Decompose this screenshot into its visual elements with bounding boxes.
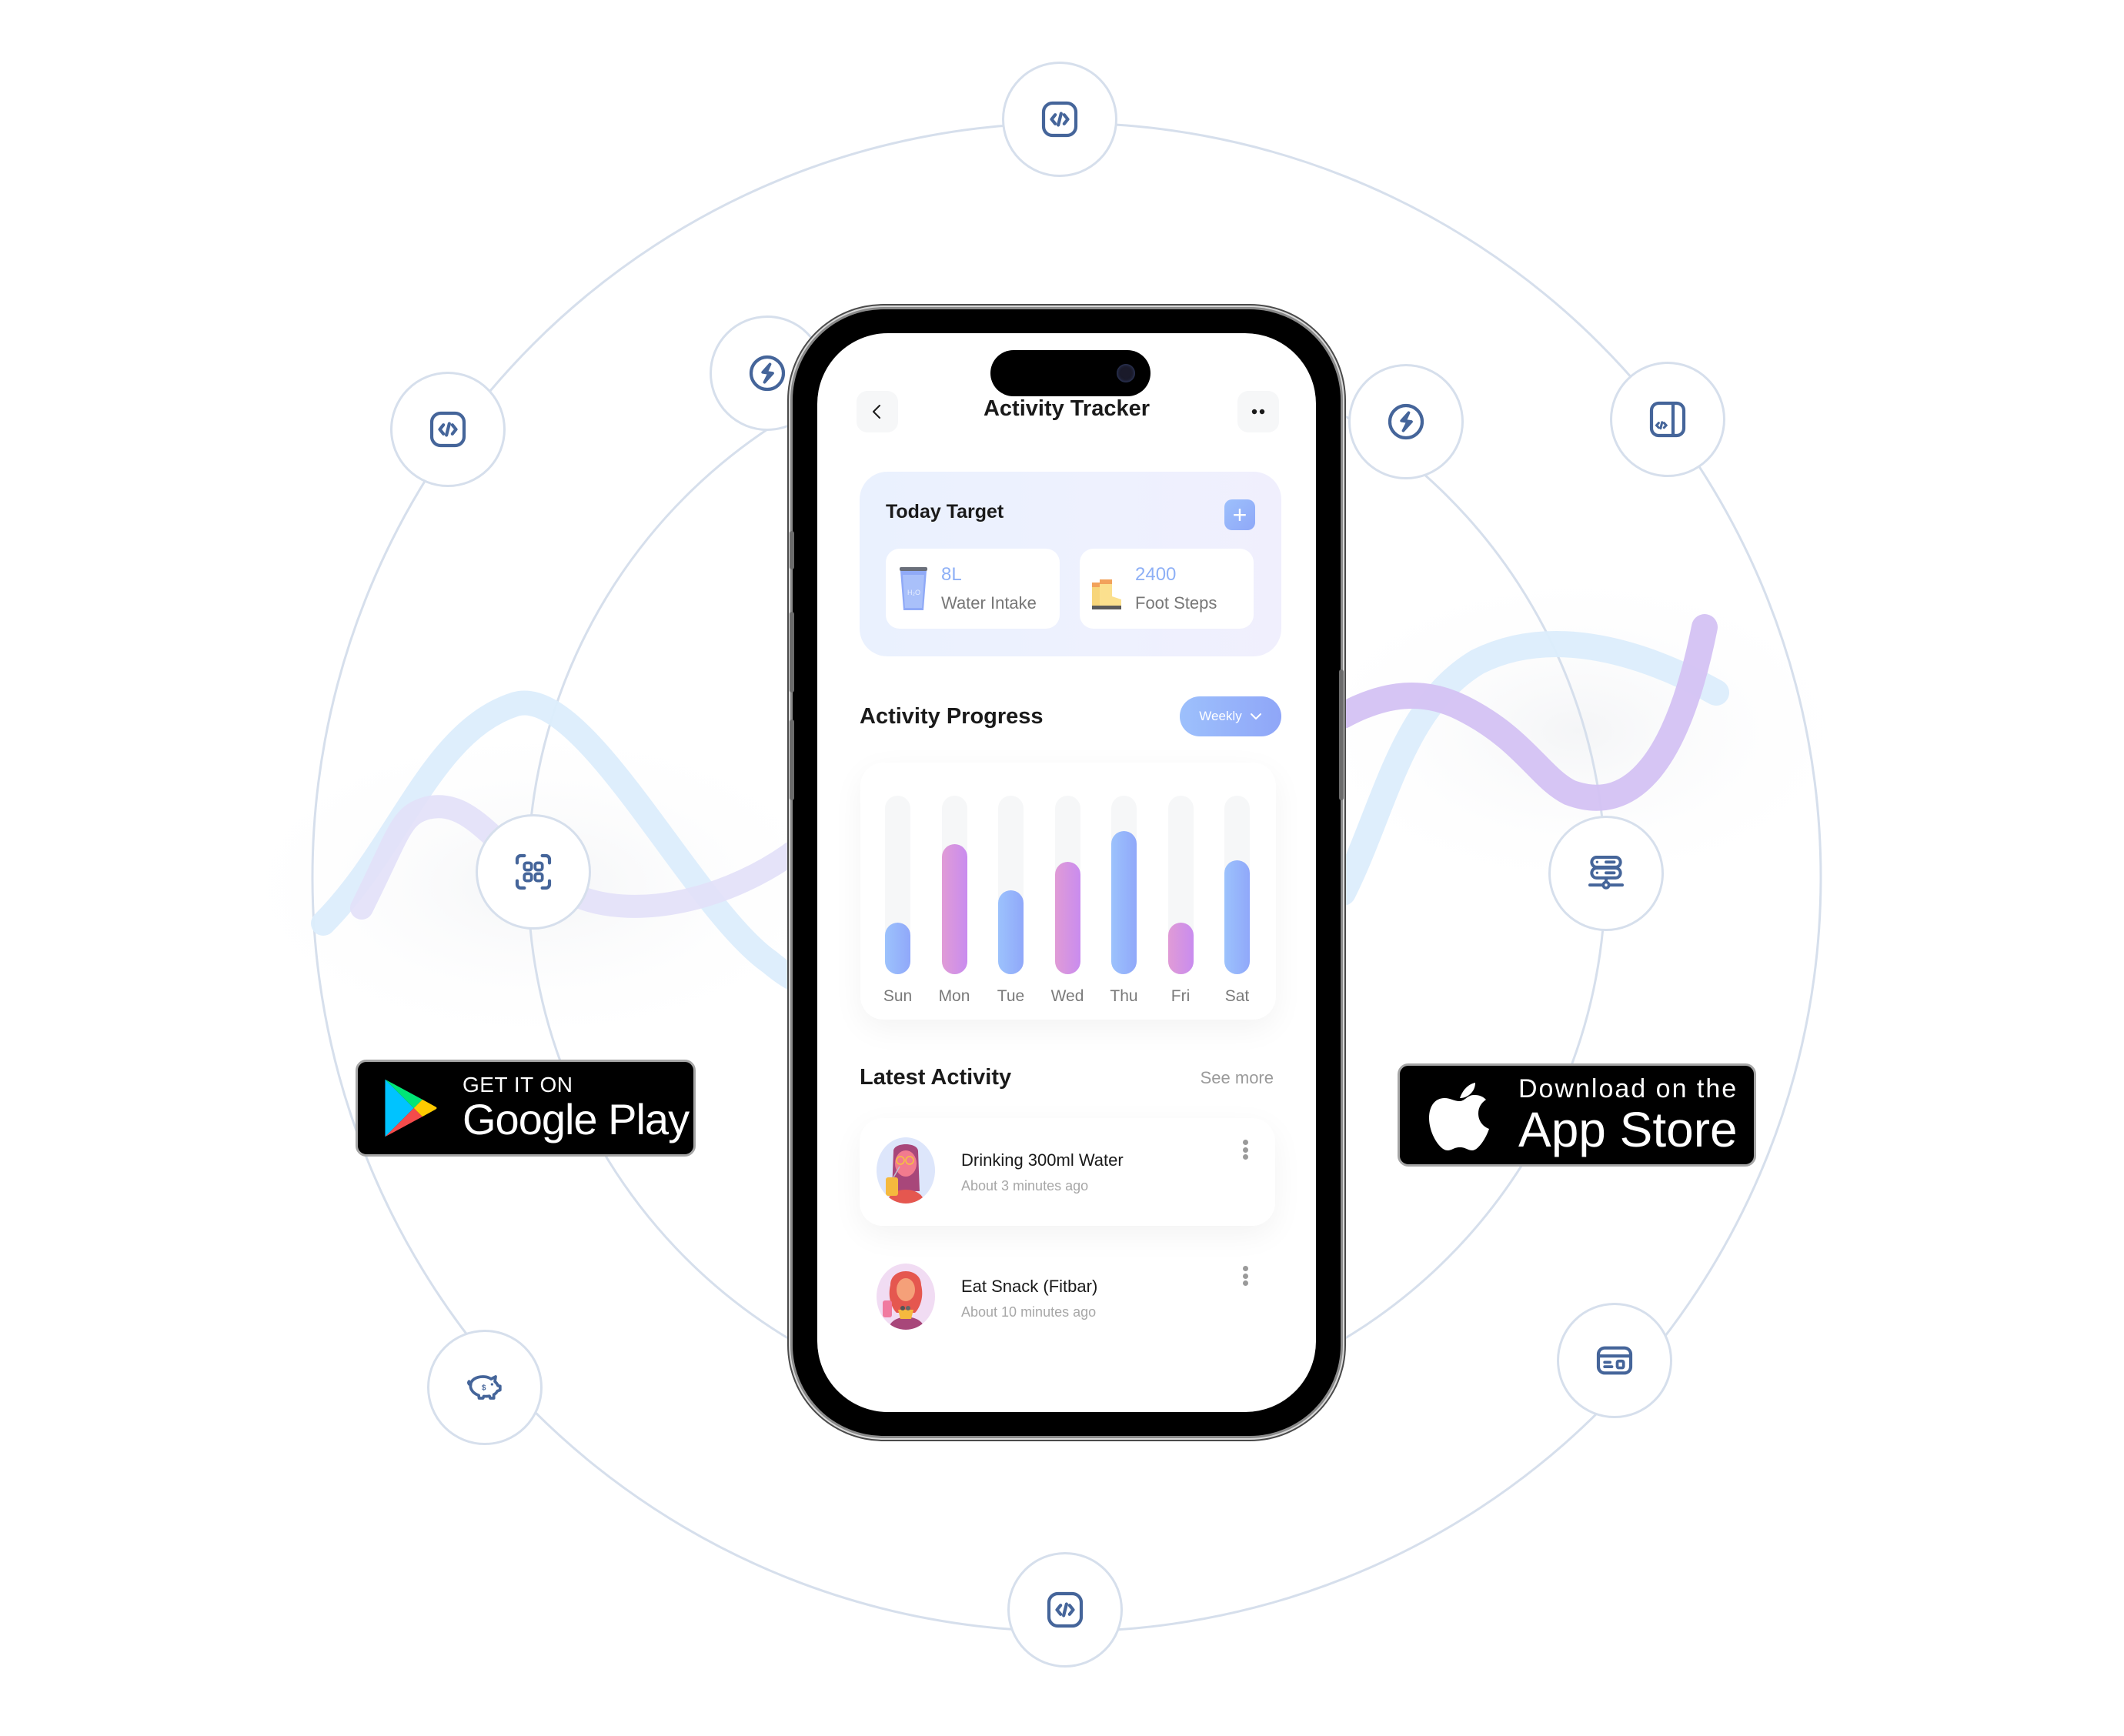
orbit-node-server [1548, 816, 1664, 931]
bar-fri[interactable] [1167, 922, 1194, 974]
dynamic-island [990, 350, 1150, 396]
x-tick-label: Wed [1050, 987, 1084, 1005]
bar-sat[interactable] [1224, 860, 1250, 974]
bar-thu[interactable] [1111, 831, 1137, 974]
activity-bar-chart: Sun Mon Tue Wed Thu Fri Sat [860, 763, 1276, 1020]
orbit-node-lightning-right [1348, 364, 1464, 479]
apple-icon [1429, 1083, 1489, 1150]
app-store-small-text: Download on the [1518, 1074, 1738, 1103]
activity-progress-title: Activity Progress [860, 704, 1044, 729]
app-store-big-text: App Store [1518, 1102, 1738, 1157]
phone-action-button [790, 531, 794, 569]
google-play-small-text: GET IT ON [463, 1073, 573, 1097]
water-intake-label: Water Intake [941, 593, 1037, 613]
google-play-big-text: Google Play [463, 1095, 690, 1143]
google-play-badge[interactable]: GET IT ON Google Play [356, 1060, 696, 1157]
svg-text:$: $ [482, 1384, 486, 1393]
orbit-node-grid [476, 814, 591, 930]
code-icon [1047, 1591, 1084, 1628]
phone-volume-up-button [790, 612, 794, 693]
foot-steps-card[interactable]: 2400 Foot Steps [1080, 549, 1254, 629]
foot-steps-value: 2400 [1135, 564, 1177, 585]
code-panel-icon [1649, 401, 1686, 438]
grid-icon [515, 853, 552, 890]
bar-track-mon [941, 796, 967, 974]
phone-power-button [1339, 669, 1344, 800]
app-store-badge[interactable]: Download on the App Store [1398, 1063, 1756, 1167]
activity-list-item[interactable]: Drinking 300ml Water About 3 minutes ago [860, 1118, 1275, 1226]
bar-track-sun [885, 796, 910, 974]
add-target-button[interactable]: + [1224, 499, 1255, 530]
x-tick-label: Sat [1224, 987, 1250, 1005]
x-tick-label: Tue [997, 987, 1025, 1005]
period-dropdown-value: Weekly [1199, 709, 1242, 723]
svg-text:H₂O: H₂O [907, 589, 920, 596]
credit-card-icon [1596, 1346, 1633, 1375]
more-dots-icon [1251, 409, 1265, 415]
lightning-icon [749, 355, 786, 392]
today-target-card: Today Target + H₂O 8L Water Intake 2400 … [860, 472, 1281, 656]
app-screen: Activity Tracker Today Target + H₂O 8L W… [817, 333, 1316, 1412]
camera-lens [1117, 364, 1135, 382]
activity-list-item[interactable]: Eat Snack (Fitbar) About 10 minutes ago [860, 1244, 1275, 1352]
orbit-node-code-panel [1610, 362, 1725, 477]
water-glass-icon: H₂O [900, 567, 927, 610]
lightning-icon [1388, 403, 1424, 440]
bar-tue[interactable] [998, 890, 1024, 974]
avatar [877, 1137, 935, 1204]
more-options-button[interactable] [1237, 391, 1279, 432]
see-more-link[interactable]: See more [1201, 1068, 1274, 1088]
bar-track-sat [1224, 796, 1250, 974]
activity-time: About 10 minutes ago [961, 1304, 1097, 1320]
orbit-node-credit-card [1557, 1303, 1672, 1418]
avatar-snack-illustration [883, 1271, 924, 1330]
bar-track-wed [1054, 796, 1080, 974]
kebab-menu-icon[interactable] [1241, 1140, 1249, 1160]
bar-mon[interactable] [941, 843, 967, 974]
phone-volume-down-button [790, 719, 794, 800]
piggy-bank-icon: $ [467, 1375, 502, 1400]
x-tick-label: Thu [1110, 987, 1138, 1005]
x-tick-label: Fri [1171, 987, 1191, 1005]
orbit-node-piggy-bank: $ [427, 1330, 543, 1445]
bar-track-tue [998, 796, 1024, 974]
avatar-drinking-illustration [886, 1144, 924, 1204]
bar-track-thu [1111, 796, 1137, 974]
bar-track-fri [1167, 796, 1194, 974]
x-tick-label: Sun [883, 987, 913, 1005]
kebab-menu-icon[interactable] [1241, 1266, 1249, 1286]
bar-wed[interactable] [1054, 861, 1080, 974]
today-target-title: Today Target [886, 501, 1004, 522]
period-dropdown[interactable]: Weekly [1180, 696, 1281, 736]
orbit-node-code-upper-left [390, 372, 506, 487]
water-intake-value: 8L [941, 564, 962, 585]
activity-time: About 3 minutes ago [961, 1178, 1089, 1194]
orbit-node-code-top [1002, 62, 1117, 177]
foot-steps-label: Foot Steps [1135, 593, 1217, 613]
orbit-node-code-bottom [1007, 1552, 1123, 1668]
code-icon [1041, 101, 1078, 138]
chevron-down-icon [1250, 713, 1261, 719]
server-icon [1588, 856, 1624, 890]
water-intake-card[interactable]: H₂O 8L Water Intake [886, 549, 1060, 629]
x-tick-label: Mon [938, 987, 970, 1005]
plus-icon: + [1232, 501, 1247, 529]
activity-title: Drinking 300ml Water [961, 1150, 1124, 1170]
google-play-icon [385, 1079, 437, 1137]
code-icon [429, 411, 466, 448]
bar-sun[interactable] [885, 922, 910, 974]
latest-activity-title: Latest Activity [860, 1065, 1012, 1090]
activity-title: Eat Snack (Fitbar) [961, 1277, 1098, 1296]
avatar [877, 1264, 935, 1330]
boots-icon [1092, 579, 1121, 609]
